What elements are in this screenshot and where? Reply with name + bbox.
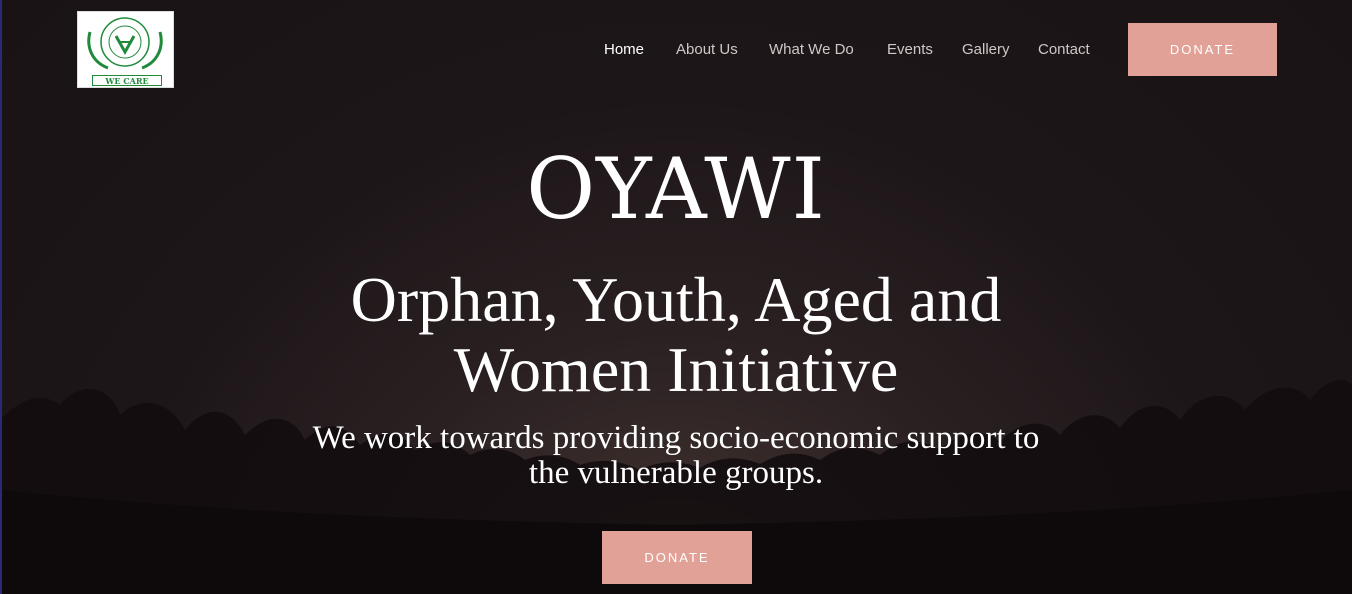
nav-item-gallery[interactable]: Gallery	[962, 41, 1010, 58]
hero-tagline-line1: We work towards providing socio-economic…	[312, 420, 1040, 456]
hero-subtitle-line1: Orphan, Youth, Aged and	[350, 264, 1002, 335]
logo-caption: WE CARE	[92, 75, 162, 86]
header-donate-button[interactable]: DONATE	[1128, 23, 1277, 76]
nav-item-what-we-do[interactable]: What We Do	[769, 41, 854, 58]
nav-item-home[interactable]: Home	[604, 41, 644, 58]
hero-subtitle: Orphan, Youth, Aged and Women Initiative	[0, 265, 1352, 405]
nav-item-events[interactable]: Events	[887, 41, 933, 58]
hero-tagline-line2: the vulnerable groups.	[528, 455, 824, 491]
nav-item-about-us[interactable]: About Us	[676, 41, 738, 58]
hero-title: OYAWI	[526, 140, 826, 238]
site-logo[interactable]: WE CARE	[77, 11, 174, 88]
hero-tagline: We work towards providing socio-economic…	[0, 421, 1352, 491]
hero-subtitle-line2: Women Initiative	[453, 334, 899, 405]
hero-donate-button[interactable]: DONATE	[602, 531, 752, 584]
hands-logo-icon	[87, 17, 163, 70]
nav-item-contact[interactable]: Contact	[1038, 41, 1090, 58]
